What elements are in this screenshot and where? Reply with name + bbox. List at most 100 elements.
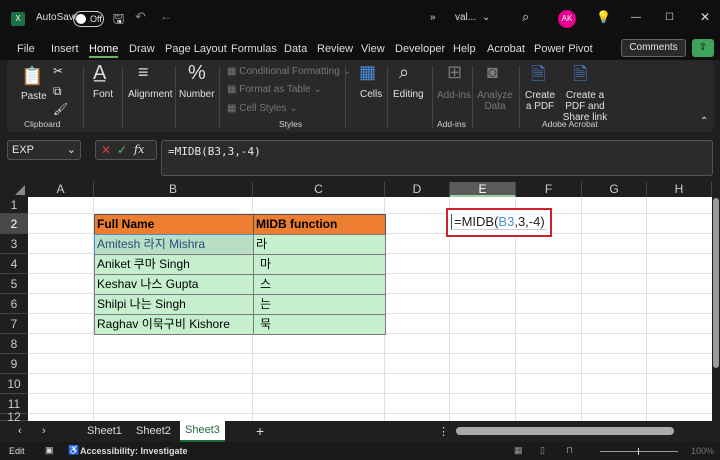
column-header-b[interactable]: B — [94, 182, 253, 197]
table-cell[interactable]: Shilpi 나는 Singh — [94, 294, 254, 315]
cell-styles-button[interactable]: ▦ Cell Styles ⌄ — [227, 103, 298, 114]
back-icon[interactable]: ← — [160, 9, 172, 23]
font-button[interactable]: Font — [93, 89, 113, 100]
tab-review[interactable]: Review — [317, 43, 353, 55]
column-header-c[interactable]: C — [253, 182, 385, 197]
add-sheet-icon[interactable]: + — [256, 423, 264, 439]
row-header-1[interactable]: 1 — [0, 197, 28, 214]
tab-developer[interactable]: Developer — [395, 43, 445, 55]
column-header-f[interactable]: F — [516, 182, 582, 197]
sheet-tab-sheet1[interactable]: Sheet1 — [87, 425, 122, 437]
horizontal-scrollbar[interactable] — [456, 427, 674, 435]
editing-cell-e2[interactable]: =MIDB(B3,3,-4) — [446, 208, 552, 237]
tab-acrobat[interactable]: Acrobat — [487, 43, 525, 55]
tab-insert[interactable]: Insert — [51, 43, 79, 55]
copy-icon[interactable]: ⧉ — [53, 84, 62, 99]
chevron-down-icon[interactable]: ⌄ — [482, 12, 490, 23]
alignment-button[interactable]: Alignment — [128, 89, 172, 100]
cut-icon[interactable]: ✂ — [53, 64, 63, 78]
sheet-tab-sheet2[interactable]: Sheet2 — [136, 425, 171, 437]
paste-button[interactable]: Paste — [21, 91, 47, 102]
page-break-view-icon[interactable]: ⊓ — [566, 445, 573, 456]
more-commands-icon[interactable]: » — [430, 12, 436, 23]
row-header-6[interactable]: 6 — [0, 294, 28, 314]
page-layout-view-icon[interactable]: ▯ — [540, 445, 545, 456]
table-header-cell[interactable]: MIDB function — [253, 214, 386, 235]
column-header-e[interactable]: E — [450, 182, 516, 197]
cancel-icon[interactable]: ✕ — [101, 143, 111, 157]
name-box[interactable]: EXP ⌄ — [7, 140, 81, 160]
chevron-down-icon[interactable]: ⌄ — [67, 141, 76, 159]
search-icon[interactable]: ⌕ — [522, 9, 529, 25]
prev-sheet-icon[interactable]: ‹ — [18, 425, 22, 437]
maximize-icon[interactable]: ☐ — [665, 12, 674, 23]
vertical-scrollbar[interactable] — [712, 182, 720, 421]
column-header-a[interactable]: A — [28, 182, 94, 197]
row-header-2[interactable]: 2 — [0, 214, 28, 234]
autosave-toggle[interactable]: Off — [73, 11, 104, 27]
macro-icon[interactable]: ▣ — [45, 445, 54, 456]
row-header-3[interactable]: 3 — [0, 234, 28, 254]
enter-icon[interactable]: ✓ — [117, 143, 127, 157]
tab-home[interactable]: Home — [89, 43, 119, 58]
normal-view-icon[interactable]: ▦ — [514, 445, 523, 456]
table-cell[interactable]: 스 — [253, 274, 386, 295]
accessibility-icon[interactable]: ♿ — [68, 445, 79, 456]
select-all-button[interactable] — [0, 182, 28, 197]
tab-help[interactable]: Help — [453, 43, 476, 55]
avatar[interactable]: AK — [558, 10, 576, 28]
number-button[interactable]: Number — [179, 89, 215, 100]
editing-button[interactable]: Editing — [393, 89, 424, 100]
lightbulb-icon[interactable]: 💡 — [596, 10, 611, 24]
table-cell[interactable]: Raghav 이묵구비 Kishore — [94, 314, 254, 335]
insert-function-icon[interactable]: fx — [134, 143, 144, 156]
tab-data[interactable]: Data — [284, 43, 307, 55]
row-header-7[interactable]: 7 — [0, 314, 28, 334]
table-cell[interactable]: 는 — [253, 294, 386, 315]
row-header-8[interactable]: 8 — [0, 334, 28, 354]
tab-file[interactable]: File — [17, 43, 35, 55]
column-header-h[interactable]: H — [647, 182, 712, 197]
comments-button[interactable]: Comments — [621, 39, 686, 57]
row-header-10[interactable]: 10 — [0, 374, 28, 394]
tab-formulas[interactable]: Formulas — [231, 43, 277, 55]
create-pdf-button[interactable]: Create a PDF — [524, 90, 556, 112]
undo-icon[interactable]: ↶ — [135, 9, 146, 25]
close-icon[interactable]: ✕ — [700, 10, 710, 24]
row-header-9[interactable]: 9 — [0, 354, 28, 374]
format-as-table-button[interactable]: ▦ Format as Table ⌄ — [227, 84, 322, 95]
accessibility-status[interactable]: Accessibility: Investigate — [80, 446, 188, 456]
tab-draw[interactable]: Draw — [129, 43, 155, 55]
collapse-ribbon-icon[interactable]: ⌃ — [700, 116, 708, 127]
spreadsheet-grid[interactable]: Full Name MIDB function Amitesh 라지 Mishra 라… — [28, 197, 712, 421]
format-painter-icon[interactable]: 🖌 — [53, 102, 68, 116]
addins-button[interactable]: Add-ins — [437, 90, 471, 101]
table-cell[interactable]: Amitesh 라지 Mishra — [94, 234, 254, 255]
column-header-d[interactable]: D — [385, 182, 450, 197]
analyze-data-button[interactable]: Analyze Data — [477, 90, 513, 112]
table-cell[interactable]: Aniket 쿠마 Singh — [94, 254, 254, 275]
table-header-cell[interactable]: Full Name — [94, 214, 254, 235]
more-options-icon[interactable]: ⋮ — [438, 425, 449, 438]
tab-view[interactable]: View — [361, 43, 385, 55]
row-header-12[interactable]: 12 — [0, 411, 28, 423]
save-icon[interactable]: 🖫 — [113, 10, 124, 32]
tab-page-layout[interactable]: Page Layout — [165, 43, 227, 55]
sheet-tab-sheet3[interactable]: Sheet3 — [180, 421, 225, 442]
minimize-icon[interactable]: — — [631, 12, 641, 23]
row-header-5[interactable]: 5 — [0, 274, 28, 294]
tab-power-pivot[interactable]: Power Pivot — [534, 43, 593, 55]
conditional-formatting-button[interactable]: ▦ Conditional Formatting ⌄ — [227, 66, 351, 77]
column-header-g[interactable]: G — [582, 182, 647, 197]
file-name[interactable]: val... — [455, 12, 476, 23]
cells-button[interactable]: Cells — [360, 89, 382, 100]
table-cell[interactable]: 라 — [253, 234, 386, 255]
row-header-4[interactable]: 4 — [0, 254, 28, 274]
table-cell[interactable]: Keshav 나스 Gupta — [94, 274, 254, 295]
zoom-level[interactable]: 100% — [691, 446, 714, 456]
share-button[interactable]: ⇪ — [692, 39, 714, 57]
next-sheet-icon[interactable]: › — [42, 425, 46, 437]
table-cell[interactable]: 묵 — [253, 314, 386, 335]
formula-input[interactable]: =MIDB(B3,3,-4) — [161, 140, 713, 176]
zoom-slider[interactable] — [600, 448, 678, 455]
